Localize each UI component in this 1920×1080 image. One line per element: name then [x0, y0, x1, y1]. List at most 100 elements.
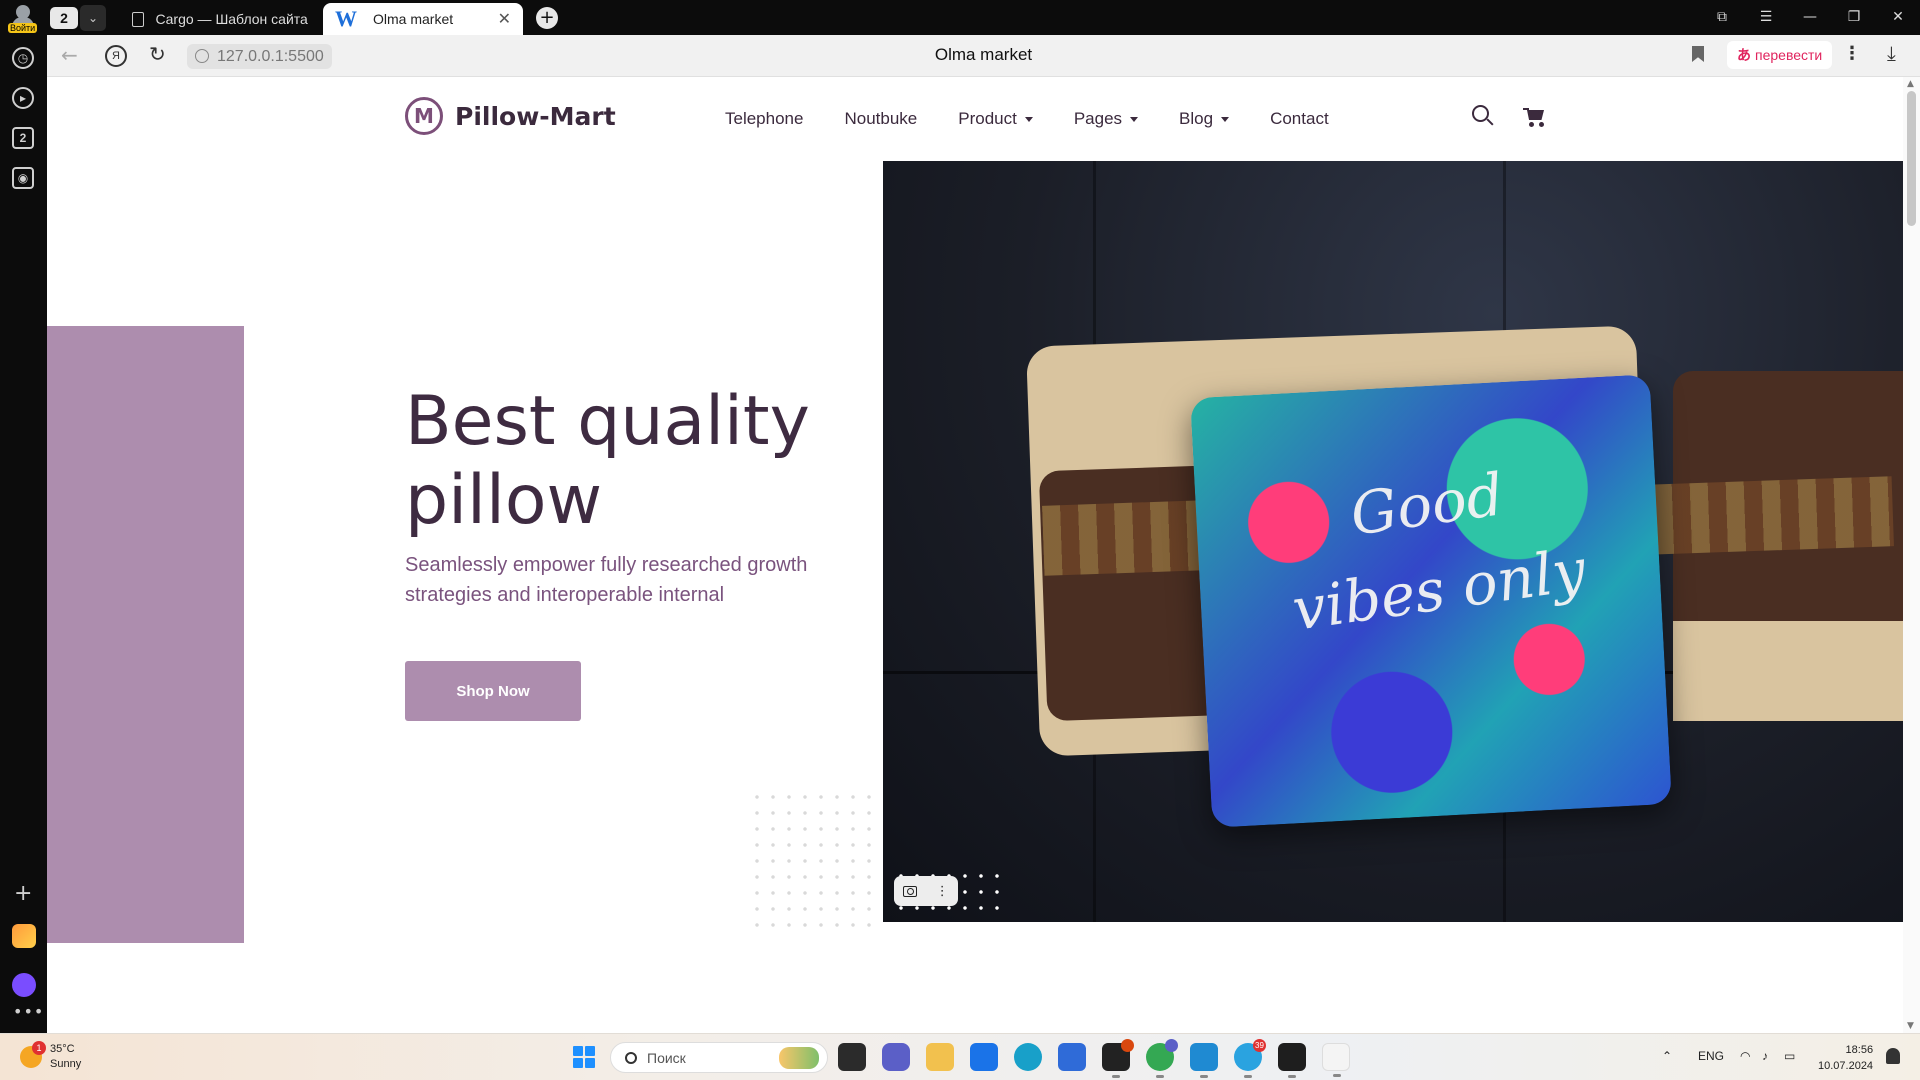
more-vertical-icon[interactable]: ⋮ — [1843, 43, 1861, 64]
translate-button[interactable]: あ перевести — [1727, 41, 1833, 69]
page-viewport: M Pillow-Mart Telephone Noutbuke Product… — [47, 77, 1903, 1033]
url-text: 127.0.0.1:5500 — [217, 48, 324, 65]
nav-label: Telephone — [725, 109, 804, 128]
document-icon — [132, 11, 144, 27]
notification-bell-icon[interactable] — [1886, 1048, 1900, 1064]
windows-taskbar: 1 35°C Sunny Поиск 39 ⌃ ENG ◠ ♪ ▭ 18:56 … — [0, 1033, 1920, 1080]
more-vertical-icon[interactable]: ⋮ — [936, 884, 949, 899]
restore-icon[interactable]: ❐ — [1832, 0, 1876, 35]
yandex-browser-icon[interactable] — [1322, 1043, 1350, 1077]
nav-pages[interactable]: Pages — [1073, 109, 1139, 129]
decorative-dots — [749, 789, 879, 927]
scroll-up-icon[interactable]: ▲ — [1907, 79, 1914, 89]
vscode-icon[interactable] — [1190, 1043, 1218, 1078]
search-icon[interactable] — [1472, 105, 1494, 127]
minimize-icon[interactable]: — — [1788, 0, 1832, 35]
wifi-icon[interactable]: ◠ — [1740, 1049, 1750, 1063]
weather-condition: Sunny — [50, 1058, 82, 1070]
history-icon[interactable]: ◷ — [12, 47, 34, 69]
cart-icon[interactable] — [1523, 107, 1547, 127]
hero-subtitle: Seamlessly empower fully researched grow… — [405, 554, 808, 606]
file-explorer-icon[interactable] — [926, 1043, 954, 1071]
translate-icon: あ — [1737, 47, 1751, 63]
weather-widget[interactable]: 1 35°C Sunny — [20, 1041, 82, 1072]
nav-noutbuke[interactable]: Noutbuke — [844, 109, 917, 129]
task-view-icon[interactable] — [838, 1043, 866, 1071]
telegram-icon[interactable]: 39 — [1234, 1039, 1266, 1078]
window-controls: ⧉ ☰ — ❐ ✕ — [1700, 0, 1920, 35]
yandex-icon[interactable]: Я — [105, 45, 127, 67]
bookmark-icon[interactable] — [1692, 46, 1704, 62]
terminal-icon[interactable] — [1278, 1043, 1306, 1078]
tab-title: Olma market — [373, 11, 454, 27]
tabs-icon[interactable]: 2 — [12, 127, 34, 149]
caret-down-icon — [1221, 117, 1230, 123]
telegram-badge: 39 — [1253, 1039, 1266, 1052]
play-icon[interactable]: ▸ — [12, 87, 34, 109]
cart-icon-wheel — [1529, 122, 1534, 127]
browser-tab-bar: Войти 2 ⌄ Cargo — Шаблон сайта от W Olma… — [0, 0, 1920, 35]
site-logo[interactable]: M Pillow-Mart — [405, 97, 616, 135]
caret-down-icon — [1130, 117, 1139, 123]
taskbar-search-placeholder: Поиск — [647, 1049, 686, 1066]
chevron-down-icon[interactable]: ⌄ — [80, 5, 106, 31]
nav-telephone[interactable]: Telephone — [725, 109, 803, 129]
nav-label: Noutbuke — [844, 109, 918, 128]
windows-logo-tile — [585, 1058, 595, 1068]
taskbar-search[interactable]: Поиск — [610, 1042, 828, 1073]
profile-button[interactable]: Войти — [8, 3, 38, 33]
nav-blog[interactable]: Blog — [1179, 109, 1230, 129]
edge-icon[interactable] — [1014, 1043, 1042, 1071]
scroll-down-icon[interactable]: ▼ — [1907, 1021, 1914, 1031]
logo-mark-icon: M — [405, 97, 443, 135]
shop-now-button[interactable]: Shop Now — [405, 661, 581, 721]
page-scrollbar[interactable]: ▲ ▼ — [1903, 77, 1920, 1033]
system-clock[interactable]: 18:56 10.07.2024 — [1818, 1042, 1873, 1074]
nav-label: Pages — [1073, 109, 1123, 128]
add-icon[interactable]: + — [14, 881, 32, 906]
github-icon[interactable] — [1102, 1039, 1134, 1078]
tab-title: Cargo — Шаблон сайта от — [155, 11, 308, 27]
windows-logo-tile — [585, 1046, 595, 1056]
tab-olma-market[interactable]: W Olma market ✕ — [323, 3, 523, 35]
camera-icon[interactable] — [903, 885, 918, 897]
more-icon[interactable]: ••• — [13, 1002, 44, 1021]
main-nav: Telephone Noutbuke Product Pages Blog Co… — [725, 109, 1370, 129]
nav-contact[interactable]: Contact — [1270, 109, 1329, 129]
menu-icon[interactable]: ☰ — [1744, 0, 1788, 35]
tab-count-button[interactable]: 2 — [50, 7, 78, 29]
new-tab-button[interactable]: + — [536, 7, 558, 29]
site-info-icon[interactable] — [195, 49, 209, 63]
mail-app-icon[interactable] — [12, 924, 36, 948]
windows-logo-tile — [573, 1058, 583, 1068]
volume-icon[interactable]: ♪ — [1762, 1049, 1768, 1063]
scrollbar-thumb[interactable] — [1907, 91, 1916, 226]
nav-label: Blog — [1179, 109, 1214, 128]
alice-assistant-icon[interactable] — [12, 973, 36, 997]
w-favicon-icon: W — [335, 6, 357, 31]
language-indicator[interactable]: ENG — [1698, 1049, 1724, 1063]
address-bar: ← Я ↻ 127.0.0.1:5500 Olma market あ переве… — [47, 35, 1920, 77]
chrome-icon[interactable] — [1146, 1039, 1178, 1078]
mail-icon[interactable] — [970, 1043, 998, 1071]
image-toolbar[interactable]: ⋮ — [894, 876, 958, 906]
windows-start-icon[interactable] — [573, 1046, 595, 1068]
download-icon[interactable]: ⤓ — [1887, 41, 1896, 65]
reload-icon[interactable]: ↻ — [149, 42, 166, 66]
cart-icon-wheel — [1539, 122, 1544, 127]
close-window-icon[interactable]: ✕ — [1876, 0, 1920, 35]
cart-icon-basket — [1527, 110, 1544, 120]
back-arrow-icon[interactable]: ← — [61, 43, 78, 67]
battery-icon[interactable]: ▭ — [1784, 1049, 1795, 1063]
close-icon[interactable]: ✕ — [498, 9, 511, 29]
caret-down-icon — [1024, 117, 1033, 123]
collections-icon[interactable]: ⧉ — [1700, 0, 1744, 35]
tab-cargo[interactable]: Cargo — Шаблон сайта от — [120, 3, 320, 35]
chevron-up-icon[interactable]: ⌃ — [1662, 1049, 1672, 1063]
notification-badge-icon — [1165, 1039, 1178, 1052]
store-icon[interactable] — [1058, 1043, 1086, 1071]
screenshot-icon[interactable]: ◉ — [12, 167, 34, 189]
teams-icon[interactable] — [882, 1043, 910, 1071]
nav-product[interactable]: Product — [958, 109, 1033, 129]
url-field[interactable]: 127.0.0.1:5500 — [187, 44, 332, 69]
